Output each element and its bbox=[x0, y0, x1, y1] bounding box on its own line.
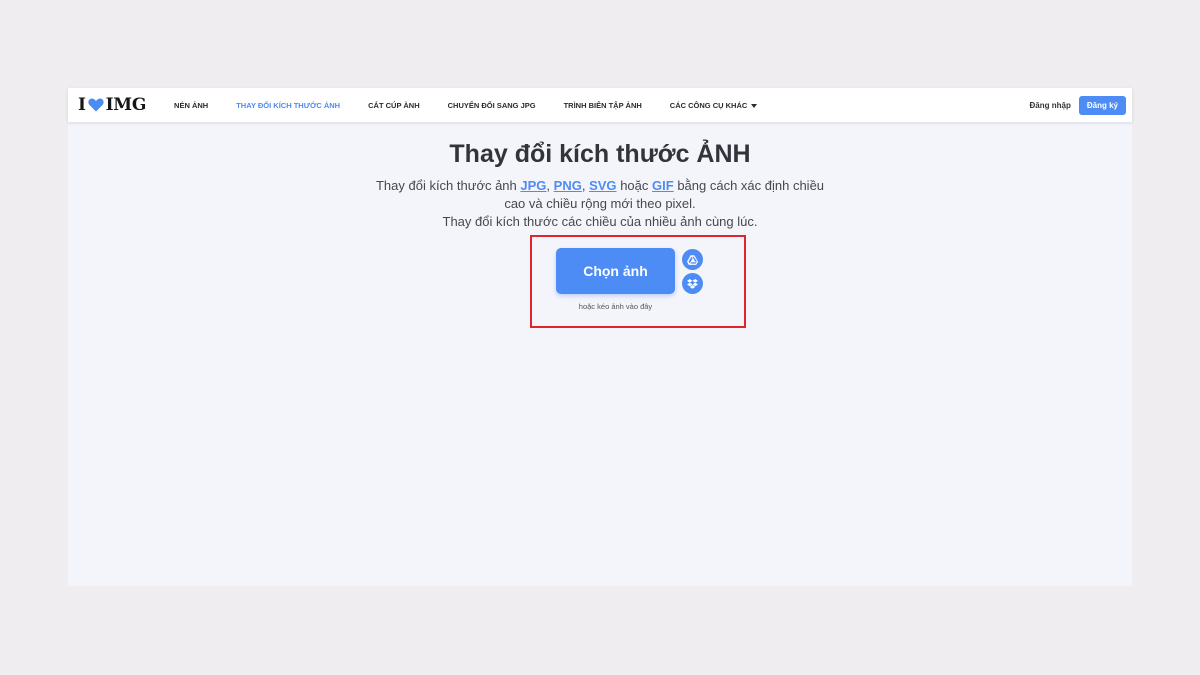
nav-item-editor[interactable]: TRÌNH BIÊN TẬP ẢNH bbox=[564, 101, 642, 110]
top-navbar: I IMG NÉN ẢNH THAY ĐỔI KÍCH THƯỚC ẢNH CẮ… bbox=[68, 88, 1132, 122]
description-line-1: Thay đổi kích thước ảnh JPG, PNG, SVG ho… bbox=[375, 178, 825, 193]
dropbox-button[interactable] bbox=[682, 273, 703, 294]
format-link-gif[interactable]: GIF bbox=[652, 178, 674, 193]
nav-item-compress[interactable]: NÉN ẢNH bbox=[174, 101, 208, 110]
page-description: Thay đổi kích thước ảnh JPG, PNG, SVG ho… bbox=[68, 177, 1132, 231]
description-line-3: Thay đổi kích thước các chiều của nhiều … bbox=[442, 214, 758, 229]
logo[interactable]: I IMG bbox=[78, 95, 146, 115]
page-title: Thay đổi kích thước ẢNH bbox=[449, 140, 751, 168]
nav-item-more-tools[interactable]: CÁC CÔNG CỤ KHÁC bbox=[670, 101, 758, 110]
google-drive-button[interactable] bbox=[682, 249, 703, 270]
logo-text-left: I bbox=[78, 95, 86, 115]
login-link[interactable]: Đăng nhập bbox=[1030, 101, 1071, 110]
nav-item-resize[interactable]: THAY ĐỔI KÍCH THƯỚC ẢNH bbox=[236, 101, 340, 110]
logo-text-right: IMG bbox=[105, 95, 147, 115]
google-drive-icon bbox=[687, 254, 698, 265]
signup-button[interactable]: Đăng ký bbox=[1078, 95, 1126, 115]
choose-image-button[interactable]: Chọn ảnh bbox=[556, 248, 675, 294]
nav-item-crop[interactable]: CẮT CÚP ẢNH bbox=[368, 101, 420, 110]
auth-area: Đăng nhập Đăng ký bbox=[1030, 95, 1126, 115]
format-link-svg[interactable]: SVG bbox=[589, 178, 616, 193]
heart-icon bbox=[88, 98, 104, 112]
format-link-jpg[interactable]: JPG bbox=[520, 178, 546, 193]
format-link-png[interactable]: PNG bbox=[554, 178, 582, 193]
browser-viewport: I IMG NÉN ẢNH THAY ĐỔI KÍCH THƯỚC ẢNH CẮ… bbox=[68, 88, 1132, 586]
dropbox-icon bbox=[687, 278, 698, 289]
caret-down-icon bbox=[751, 103, 758, 108]
main-nav: NÉN ẢNH THAY ĐỔI KÍCH THƯỚC ẢNH CẮT CÚP … bbox=[174, 101, 785, 110]
nav-item-convert-jpg[interactable]: CHUYỂN ĐỔI SANG JPG bbox=[448, 101, 536, 110]
nav-item-more-tools-label: CÁC CÔNG CỤ KHÁC bbox=[669, 100, 748, 110]
drop-hint-text: hoặc kéo ảnh vào đây bbox=[578, 302, 653, 311]
description-line-2: cao và chiều rộng mới theo pixel. bbox=[504, 196, 696, 211]
